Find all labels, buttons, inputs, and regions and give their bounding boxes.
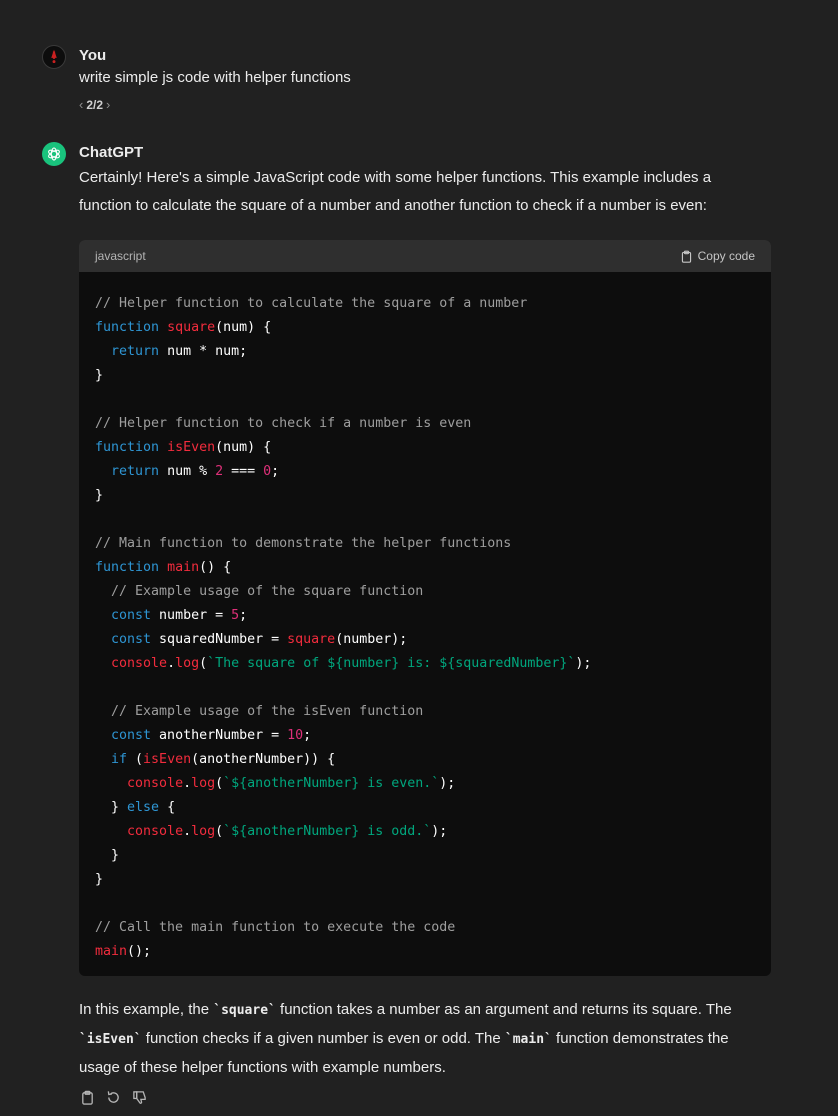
message-pager: ‹ 2/2 ›	[79, 97, 110, 112]
user-message-text: write simple js code with helper functio…	[79, 69, 351, 86]
thumbs-down-icon	[132, 1090, 146, 1104]
assistant-author-name: ChatGPT	[79, 144, 144, 161]
user-avatar	[42, 45, 66, 69]
code-block-header: javascript Copy code	[79, 240, 771, 272]
inline-code-square: `square`	[213, 1003, 276, 1018]
regenerate-button[interactable]	[105, 1089, 121, 1105]
bad-response-button[interactable]	[131, 1089, 147, 1105]
copy-code-label: Copy code	[697, 249, 755, 263]
refresh-icon	[107, 1090, 119, 1103]
assistant-outro: In this example, the `square` function t…	[79, 996, 771, 1082]
code-language-label: javascript	[95, 249, 146, 263]
outro-line-2: `isEven` function checks if a given numb…	[79, 1025, 771, 1054]
openai-logo-icon	[48, 147, 60, 161]
user-author-name: You	[79, 47, 107, 64]
outro-text: function takes a number as an argument a…	[275, 1001, 732, 1018]
user-message: You write simple js code with helper fun…	[42, 45, 771, 125]
chevron-left-icon[interactable]: ‹	[79, 97, 83, 112]
chevron-right-icon[interactable]: ›	[106, 97, 110, 112]
inline-code-main: `main`	[504, 1032, 552, 1047]
copy-code-button[interactable]: Copy code	[680, 249, 755, 263]
outro-line-3: usage of these helper functions with exa…	[79, 1059, 446, 1076]
assistant-avatar	[42, 142, 66, 166]
code-content[interactable]: // Helper function to calculate the squa…	[79, 272, 771, 964]
assistant-intro: Certainly! Here's a simple JavaScript co…	[79, 164, 771, 220]
clipboard-icon	[81, 1090, 93, 1105]
assistant-message: ChatGPT Certainly! Here's a simple JavaS…	[42, 142, 771, 1116]
copy-message-button[interactable]	[79, 1089, 95, 1105]
intro-line-1: Certainly! Here's a simple JavaScript co…	[79, 169, 712, 186]
code-block: javascript Copy code // Helper function …	[79, 240, 771, 976]
clipboard-icon	[681, 250, 691, 263]
outro-line-1: In this example, the `square` function t…	[79, 996, 771, 1025]
message-actions	[79, 1089, 147, 1105]
alert-avatar-icon	[43, 46, 65, 68]
inline-code-iseven: `isEven`	[79, 1032, 142, 1047]
intro-line-2: function to calculate the square of a nu…	[79, 197, 707, 214]
outro-text: function demonstrates the	[551, 1030, 729, 1047]
outro-text: function checks if a given number is eve…	[141, 1030, 505, 1047]
outro-text: In this example, the	[79, 1001, 214, 1018]
pager-count: 2/2	[86, 97, 104, 112]
